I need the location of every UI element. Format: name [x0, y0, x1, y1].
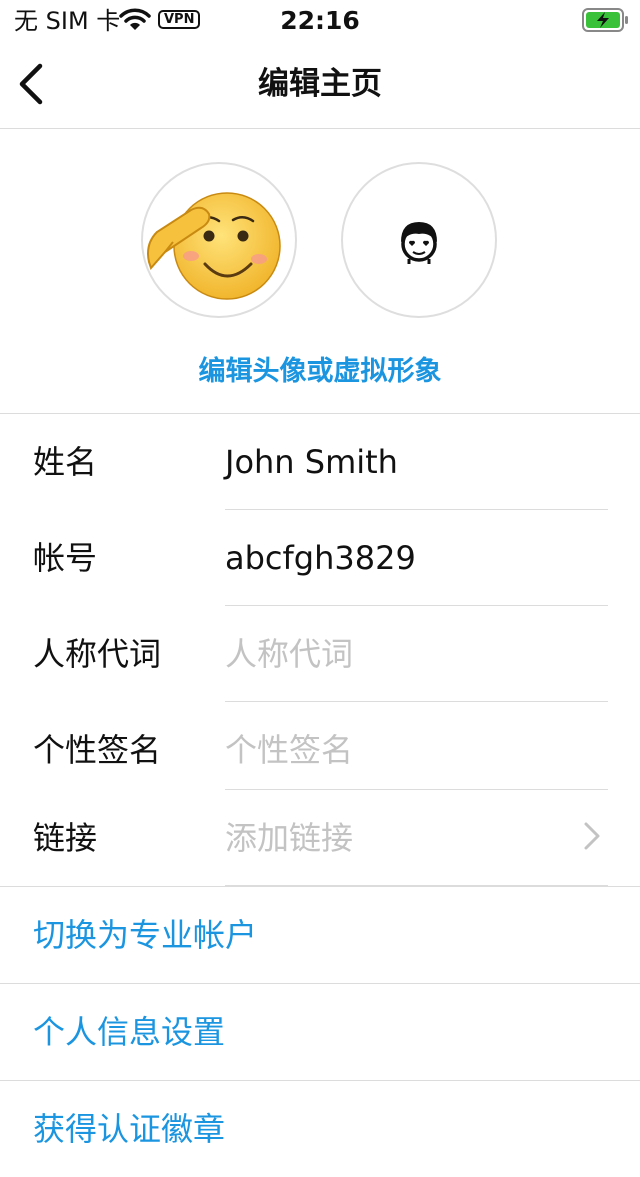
link-label: 切换为专业帐户 [33, 916, 258, 954]
profile-photo[interactable] [141, 162, 297, 318]
clock: 22:16 [280, 6, 360, 35]
link-label: 获得认证徽章 [33, 1110, 226, 1148]
profile-form: 姓名 John Smith 帐号 abcfgh3829 人称代词 人称代词 个性… [0, 414, 640, 1177]
pronouns-row[interactable]: 人称代词 人称代词 [0, 606, 640, 702]
bio-input[interactable]: 个性签名 [225, 730, 353, 770]
avatar-section: 编辑头像或虚拟形象 [0, 129, 640, 414]
field-label: 姓名 [33, 443, 98, 481]
field-label: 人称代词 [33, 635, 162, 673]
username-input[interactable]: abcfgh3829 [225, 538, 416, 578]
switch-professional-account-link[interactable]: 切换为专业帐户 [0, 886, 640, 983]
bio-row[interactable]: 个性签名 个性签名 [0, 702, 640, 790]
virtual-avatar[interactable] [341, 162, 497, 318]
add-link-input[interactable]: 添加链接 [225, 818, 353, 858]
field-label: 个性签名 [33, 731, 162, 769]
chevron-right-icon [582, 816, 604, 860]
get-verified-badge-link[interactable]: 获得认证徽章 [0, 1080, 640, 1177]
link-label: 个人信息设置 [33, 1013, 226, 1051]
personal-info-settings-link[interactable]: 个人信息设置 [0, 983, 640, 1080]
edit-avatar-link[interactable]: 编辑头像或虚拟形象 [0, 355, 640, 389]
battery-icon [582, 8, 630, 36]
name-input[interactable]: John Smith [225, 442, 398, 482]
status-bar: 无 SIM 卡 VPN 22:16 [0, 0, 640, 40]
field-label: 帐号 [33, 539, 98, 577]
avatar-face-icon [401, 222, 437, 264]
salute-emoji-icon [147, 192, 281, 300]
navigation-bar: 编辑主页 [0, 40, 640, 129]
links-row[interactable]: 链接 添加链接 [0, 790, 640, 886]
field-label: 链接 [33, 819, 98, 857]
username-row[interactable]: 帐号 abcfgh3829 [0, 510, 640, 606]
name-row[interactable]: 姓名 John Smith [0, 414, 640, 510]
page-title: 编辑主页 [258, 66, 382, 102]
pronouns-input[interactable]: 人称代词 [225, 634, 353, 674]
